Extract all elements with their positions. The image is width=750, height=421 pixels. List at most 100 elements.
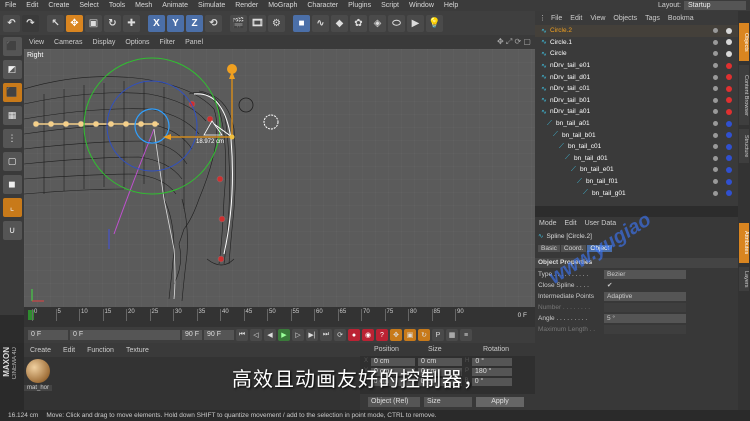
tag-icon[interactable]: [726, 108, 732, 115]
object-manager-grip-icon[interactable]: ⋮: [535, 14, 547, 22]
tag-icon[interactable]: [726, 50, 732, 57]
object-mode-icon[interactable]: ⬛: [2, 83, 22, 102]
loop-icon[interactable]: ⟳: [334, 329, 346, 341]
prev-key-icon[interactable]: ◁: [250, 329, 262, 341]
tag-icon[interactable]: [726, 27, 732, 34]
tab-basic[interactable]: Basic: [538, 245, 560, 252]
edges-mode-icon[interactable]: ▢: [2, 152, 22, 171]
play-icon[interactable]: ▶: [278, 329, 290, 341]
viewport-menu-display[interactable]: Display: [87, 39, 120, 46]
timeline-ruler[interactable]: 0 5 10 15 20 25 30 35 40 45 50 55 60 65 70 75 80 85 90 0 F: [24, 307, 535, 327]
visibility-dot-icon[interactable]: [713, 51, 718, 57]
tag-icon[interactable]: [726, 132, 732, 139]
render-picture-viewer-icon[interactable]: 🎞: [249, 14, 266, 32]
attr-field-value[interactable]: 5 °: [604, 313, 686, 323]
coord-size-dropdown[interactable]: Size: [424, 397, 472, 407]
viewport-menu-cameras[interactable]: Cameras: [49, 39, 87, 46]
array-object-icon[interactable]: ✿: [350, 14, 367, 32]
undo-icon[interactable]: ↶: [3, 14, 20, 32]
visibility-dot-icon[interactable]: [713, 190, 718, 196]
z-axis-button[interactable]: Z: [186, 14, 203, 32]
timeline-menu-icon[interactable]: ≡: [460, 329, 472, 341]
menu-mesh[interactable]: Mesh: [130, 2, 157, 9]
apply-button[interactable]: Apply: [476, 397, 524, 407]
prev-frame-icon[interactable]: ◀: [264, 329, 276, 341]
model-mode-icon[interactable]: ◩: [2, 60, 22, 79]
visibility-dot-icon[interactable]: [713, 167, 718, 173]
keyframe-selection-icon[interactable]: ?: [376, 329, 388, 341]
viewport-menu-panel[interactable]: Panel: [180, 39, 208, 46]
visibility-dot-icon[interactable]: [713, 28, 718, 34]
visibility-dot-icon[interactable]: [713, 97, 718, 103]
polygons-mode-icon[interactable]: ◼: [2, 175, 22, 194]
move-tool-icon[interactable]: ✥: [66, 14, 83, 32]
attr-menu-edit[interactable]: Edit: [561, 220, 581, 227]
object-row[interactable]: ⟋ bn_tail_c01: [535, 141, 738, 153]
spline-object-icon[interactable]: ∿: [312, 14, 329, 32]
y-axis-button[interactable]: Y: [167, 14, 184, 32]
goto-end-icon[interactable]: ⏭: [320, 329, 332, 341]
record-icon[interactable]: ●: [348, 329, 360, 341]
visibility-dot-icon[interactable]: [713, 132, 718, 138]
objects-menu-view[interactable]: View: [586, 15, 609, 22]
menu-character[interactable]: Character: [302, 2, 343, 9]
menu-create[interactable]: Create: [43, 2, 74, 9]
autokey-icon[interactable]: ◉: [362, 329, 374, 341]
viewport-nav-icons[interactable]: ✥ ⤢ ⟳ ▢: [497, 37, 531, 47]
layout-dropdown[interactable]: Startup: [684, 1, 746, 10]
cube-object-icon[interactable]: ■: [293, 14, 310, 32]
max-frame-field[interactable]: 90 F: [204, 330, 234, 340]
current-frame-field[interactable]: 0 F: [70, 330, 180, 340]
attr-field-value[interactable]: Bezier: [604, 269, 686, 279]
menu-render[interactable]: Render: [230, 2, 263, 9]
attr-field-value[interactable]: ✔: [604, 281, 614, 290]
object-row[interactable]: ∿ nDrv_tail_c01: [535, 83, 738, 95]
visibility-dot-icon[interactable]: [713, 121, 718, 127]
light-object-icon[interactable]: 💡: [426, 14, 443, 32]
render-settings-icon[interactable]: ⚙: [268, 14, 285, 32]
object-row[interactable]: ⟋ bn_tail_g01: [535, 187, 738, 199]
points-mode-icon[interactable]: ⋮: [2, 129, 22, 148]
attr-field-value[interactable]: [604, 324, 686, 334]
visibility-dot-icon[interactable]: [713, 109, 718, 115]
material-menu-create[interactable]: Create: [24, 347, 57, 354]
viewport-menu-options[interactable]: Options: [120, 39, 154, 46]
tag-icon[interactable]: [726, 190, 732, 197]
viewport-menu-filter[interactable]: Filter: [155, 39, 181, 46]
material-menu-texture[interactable]: Texture: [120, 347, 155, 354]
object-row[interactable]: ∿ Circle: [535, 48, 738, 60]
tag-icon[interactable]: [726, 143, 732, 150]
coord-mode-dropdown[interactable]: Object (Rel): [368, 397, 420, 407]
menu-tools[interactable]: Tools: [104, 2, 130, 9]
key-pla-icon[interactable]: ▦: [446, 329, 458, 341]
menu-plugins[interactable]: Plugins: [343, 2, 376, 9]
tag-icon[interactable]: [726, 39, 732, 46]
objects-menu-objects[interactable]: Objects: [609, 15, 641, 22]
menu-animate[interactable]: Animate: [157, 2, 193, 9]
visibility-dot-icon[interactable]: [713, 63, 718, 69]
rotate-tool-icon[interactable]: ↻: [104, 14, 121, 32]
nurbs-object-icon[interactable]: ◆: [331, 14, 348, 32]
material-menu-edit[interactable]: Edit: [57, 347, 81, 354]
side-tab-structure[interactable]: Structure: [739, 129, 749, 163]
object-row[interactable]: ∿ nDrv_tail_e01: [535, 60, 738, 72]
start-frame-field[interactable]: 0 F: [28, 330, 68, 340]
scale-tool-icon[interactable]: ▣: [85, 14, 102, 32]
menu-script[interactable]: Script: [376, 2, 404, 9]
menu-mograph[interactable]: MoGraph: [263, 2, 302, 9]
visibility-dot-icon[interactable]: [713, 155, 718, 161]
object-row[interactable]: ∿ Circle.2: [535, 25, 738, 37]
render-view-icon[interactable]: 🎬: [230, 14, 247, 32]
side-tab-content-browser[interactable]: Content Browser: [739, 65, 749, 125]
object-row[interactable]: ⟋ bn_tail_d01: [535, 153, 738, 165]
objects-menu-file[interactable]: File: [547, 15, 566, 22]
tag-icon[interactable]: [726, 62, 732, 69]
menu-select[interactable]: Select: [74, 2, 103, 9]
live-select-icon[interactable]: ↖: [47, 14, 64, 32]
viewport-right[interactable]: 18.972 cm: [24, 49, 535, 307]
object-row[interactable]: ∿ nDrv_tail_a01: [535, 106, 738, 118]
side-tab-attributes[interactable]: Attributes: [739, 223, 749, 263]
attr-field-value[interactable]: Adaptive: [604, 291, 686, 301]
visibility-dot-icon[interactable]: [713, 86, 718, 92]
recent-tool-icon[interactable]: ✚: [123, 14, 140, 32]
